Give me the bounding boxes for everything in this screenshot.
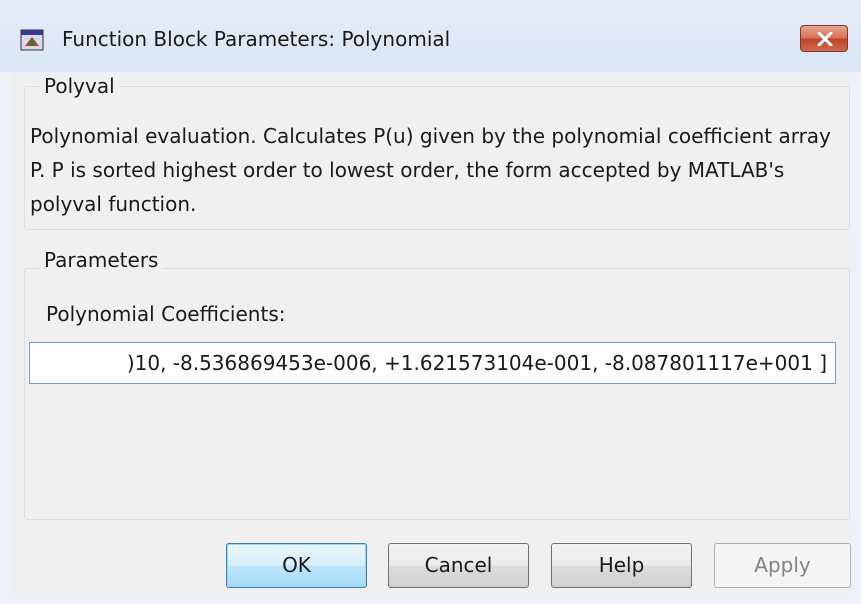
help-button[interactable]: Help [551,543,692,588]
close-button[interactable] [800,25,848,52]
coefficients-input[interactable]: )10, -8.536869453e-006, +1.621573104e-00… [29,342,836,384]
close-icon [817,32,833,46]
title-bar[interactable]: Function Block Parameters: Polynomial [0,0,861,72]
ok-button[interactable]: OK [226,543,367,588]
parameters-legend: Parameters [40,248,163,272]
polyval-description: Polynomial evaluation. Calculates P(u) g… [30,124,831,216]
simulink-block-icon [20,29,44,51]
coefficients-value: )10, -8.536869453e-006, +1.621573104e-00… [126,351,827,375]
coefficients-label: Polynomial Coefficients: [46,302,286,326]
window-title: Function Block Parameters: Polynomial [62,27,451,51]
polyval-legend: Polyval [40,74,119,98]
apply-button[interactable]: Apply [714,543,851,588]
cancel-button[interactable]: Cancel [388,543,529,588]
dialog-window: Function Block Parameters: Polynomial Po… [0,0,861,604]
